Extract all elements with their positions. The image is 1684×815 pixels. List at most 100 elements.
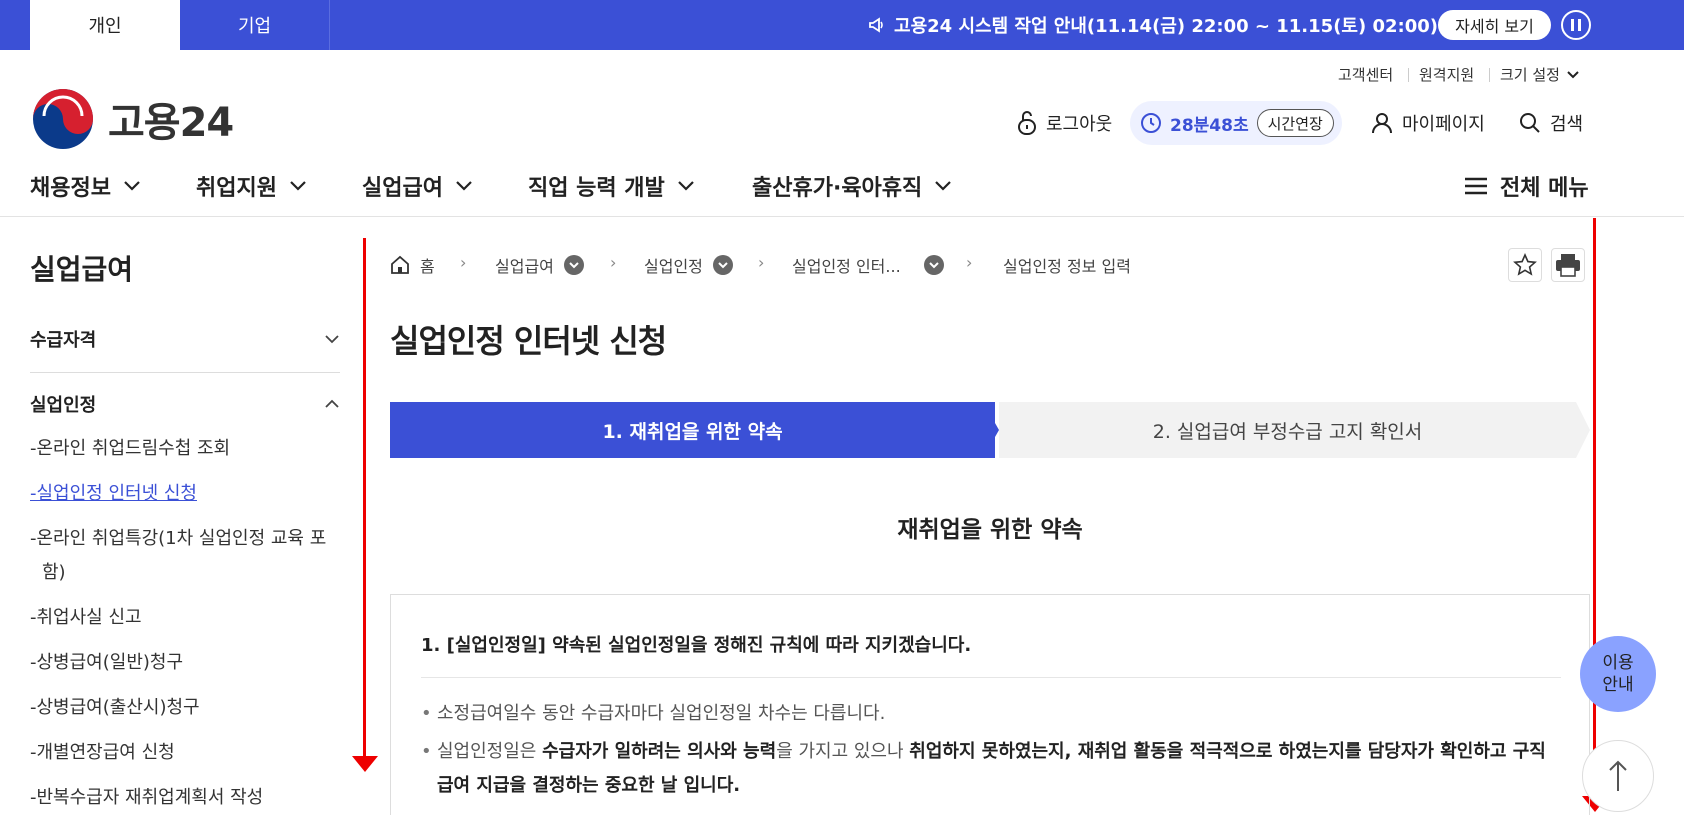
all-menu-button[interactable]: 전체 메뉴: [1464, 170, 1589, 202]
detail-button[interactable]: 자세히 보기: [1438, 10, 1551, 40]
print-button[interactable]: [1551, 248, 1585, 282]
chevron-down-icon: [325, 335, 339, 344]
sidebar-item-label: 온라인 취업드림수첩 조회: [36, 438, 231, 459]
arrow-up-icon: [1609, 760, 1627, 791]
promise-content-box: 1. [실업인정일] 약속된 실업인정일을 정해진 규칙에 따라 지키겠습니다.…: [390, 594, 1590, 815]
logo-text: 고용24: [108, 100, 234, 146]
divider: [1489, 68, 1490, 82]
pause-icon[interactable]: [1561, 10, 1591, 40]
step-arrow: [983, 402, 999, 458]
bullet-text: 실업인정일은 수급자가 일하려는 의사와 능력을 가지고 있으나 취업하지 못하…: [437, 741, 1546, 796]
chevron-down-icon: [935, 181, 952, 191]
divider: [30, 372, 340, 373]
annotation-arrow-head: [352, 756, 378, 772]
search-button[interactable]: 검색: [1518, 108, 1583, 138]
top-notice-bar: 개인 기업 고용24 시스템 작업 안내(11.14(금) 22:00 ~ 11…: [0, 0, 1684, 50]
sidebar-title: 실업급여: [30, 253, 134, 286]
customer-center-link[interactable]: 고객센터: [1338, 64, 1393, 85]
scroll-top-button[interactable]: [1582, 740, 1654, 812]
breadcrumb-label: 실업급여: [495, 257, 554, 276]
breadcrumb-home[interactable]: 홈: [390, 253, 435, 277]
gnb-item-employment-support[interactable]: 취업지원: [196, 170, 307, 202]
gnb-item-vocational-training[interactable]: 직업 능력 개발: [528, 170, 695, 202]
size-setting-dropdown[interactable]: 크기 설정: [1500, 64, 1580, 85]
sidebar-item-label: 반복수급자 재취업계획서 작성: [36, 787, 264, 808]
remote-support-link[interactable]: 원격지원: [1419, 64, 1474, 85]
breadcrumb-label: 실업인정 정보 입력: [1003, 257, 1131, 276]
gnb-label: 출산휴가·육아휴직: [752, 176, 923, 201]
site-logo[interactable]: 고용24: [32, 88, 234, 150]
search-label: 검색: [1550, 114, 1584, 135]
breadcrumb-internet-application[interactable]: 실업인정 인터...: [792, 253, 944, 277]
divider: [421, 677, 1561, 678]
hamburger-menu-icon: [1465, 177, 1487, 195]
sidebar-group-unemployment-recognition[interactable]: 실업인정: [30, 390, 340, 418]
taegeuk-logo-icon: [33, 89, 93, 149]
chevron-down-icon: [290, 181, 306, 191]
breadcrumb-recognition[interactable]: 실업인정: [644, 253, 733, 277]
chevron-down-icon[interactable]: [924, 255, 944, 275]
chevron-down-icon: [1567, 70, 1579, 78]
timer-value: 28분48초: [1170, 115, 1249, 136]
sidebar-item-label: 개별연장급여 신청: [36, 742, 175, 763]
step-2: 2. 실업급여 부정수급 고지 확인서: [999, 402, 1576, 458]
sidebar-item-dream-booklet[interactable]: -온라인 취업드림수첩 조회: [30, 432, 330, 466]
page-title: 실업인정 인터넷 신청: [390, 322, 667, 360]
divider: [0, 216, 1684, 217]
notice-text: 고용24 시스템 작업 안내(11.14(금) 22:00 ~ 11.15(토)…: [894, 16, 1438, 37]
chevron-down-icon[interactable]: [712, 255, 733, 275]
chevron-down-icon[interactable]: [563, 255, 584, 275]
sidebar-item-extended-benefit[interactable]: -개별연장급여 신청: [30, 736, 330, 770]
gnb-label: 채용정보: [30, 176, 111, 201]
step-indicator: 1. 재취업을 위한 약속 2. 실업급여 부정수급 고지 확인서: [390, 402, 1590, 458]
gnb-label: 취업지원: [196, 176, 277, 201]
promise-item-title: 1. [실업인정일] 약속된 실업인정일을 정해진 규칙에 따라 지키겠습니다.: [421, 635, 972, 656]
system-notice[interactable]: 고용24 시스템 작업 안내(11.14(금) 22:00 ~ 11.15(토)…: [868, 0, 1438, 50]
gnb-label: 실업급여: [362, 176, 443, 201]
breadcrumb-label: 홈: [420, 257, 435, 276]
favorite-button[interactable]: [1508, 248, 1542, 282]
extend-time-button[interactable]: 시간연장: [1256, 109, 1334, 137]
usage-guide-label: 이용 안내: [1602, 653, 1634, 695]
breadcrumb-separator: ›: [966, 253, 973, 272]
chevron-down-icon: [124, 181, 140, 191]
search-icon: [1520, 113, 1540, 133]
bullet-item: • 실업인정일은 수급자가 일하려는 의사와 능력을 가지고 있으나 취업하지 …: [421, 735, 1561, 803]
divider: [1408, 68, 1409, 82]
sidebar-item-employment-report[interactable]: -취업사실 신고: [30, 601, 330, 635]
user-icon: [1372, 113, 1392, 134]
section-title: 재취업을 위한 약속: [897, 517, 1083, 543]
mypage-link[interactable]: 마이페이지: [1370, 108, 1485, 138]
lock-icon: [1018, 111, 1036, 135]
sidebar-item-online-lecture[interactable]: -온라인 취업특강(1차 실업인정 교육 포함): [30, 522, 330, 590]
step-arrow: [1576, 402, 1590, 458]
chevron-down-icon: [456, 181, 472, 191]
all-menu-label: 전체 메뉴: [1500, 176, 1589, 201]
gnb-item-unemployment-benefit[interactable]: 실업급여: [362, 170, 473, 202]
sidebar-item-sickness-benefit[interactable]: -상병급여(일반)청구: [30, 646, 330, 680]
star-icon: [1513, 253, 1537, 276]
chevron-up-icon: [325, 399, 339, 408]
bullet-item: • 소정급여일수 동안 수급자마다 실업인정일 차수는 다릅니다.: [421, 697, 1561, 731]
gnb-item-jobs[interactable]: 채용정보: [30, 170, 141, 202]
logout-button[interactable]: 로그아웃: [1016, 108, 1112, 138]
annotation-arrow-line: [363, 238, 366, 758]
printer-icon: [1556, 254, 1580, 277]
size-setting-label: 크기 설정: [1500, 66, 1560, 84]
sidebar-group-eligibility[interactable]: 수급자격: [30, 325, 340, 353]
mypage-label: 마이페이지: [1402, 114, 1485, 135]
usage-guide-button[interactable]: 이용 안내: [1580, 636, 1656, 712]
step-1-active: 1. 재취업을 위한 약속: [390, 402, 995, 458]
sidebar-item-internet-application[interactable]: -실업인정 인터넷 신청: [30, 477, 330, 511]
breadcrumb-label: 실업인정 인터...: [792, 257, 901, 276]
megaphone-icon: [869, 17, 883, 33]
sidebar-item-sickness-benefit-birth[interactable]: -상병급여(출산시)청구: [30, 691, 330, 725]
sidebar-item-reemployment-plan[interactable]: -반복수급자 재취업계획서 작성: [30, 781, 330, 815]
tab-personal[interactable]: 개인: [30, 0, 180, 50]
gnb-item-parental-leave[interactable]: 출산휴가·육아휴직: [752, 170, 952, 202]
gnb-label: 직업 능력 개발: [528, 176, 665, 201]
breadcrumb-unemployment-benefit[interactable]: 실업급여: [495, 253, 584, 277]
sidebar-item-label: 상병급여(일반)청구: [36, 652, 184, 673]
tab-company[interactable]: 기업: [180, 0, 330, 50]
chevron-down-icon: [677, 181, 694, 191]
